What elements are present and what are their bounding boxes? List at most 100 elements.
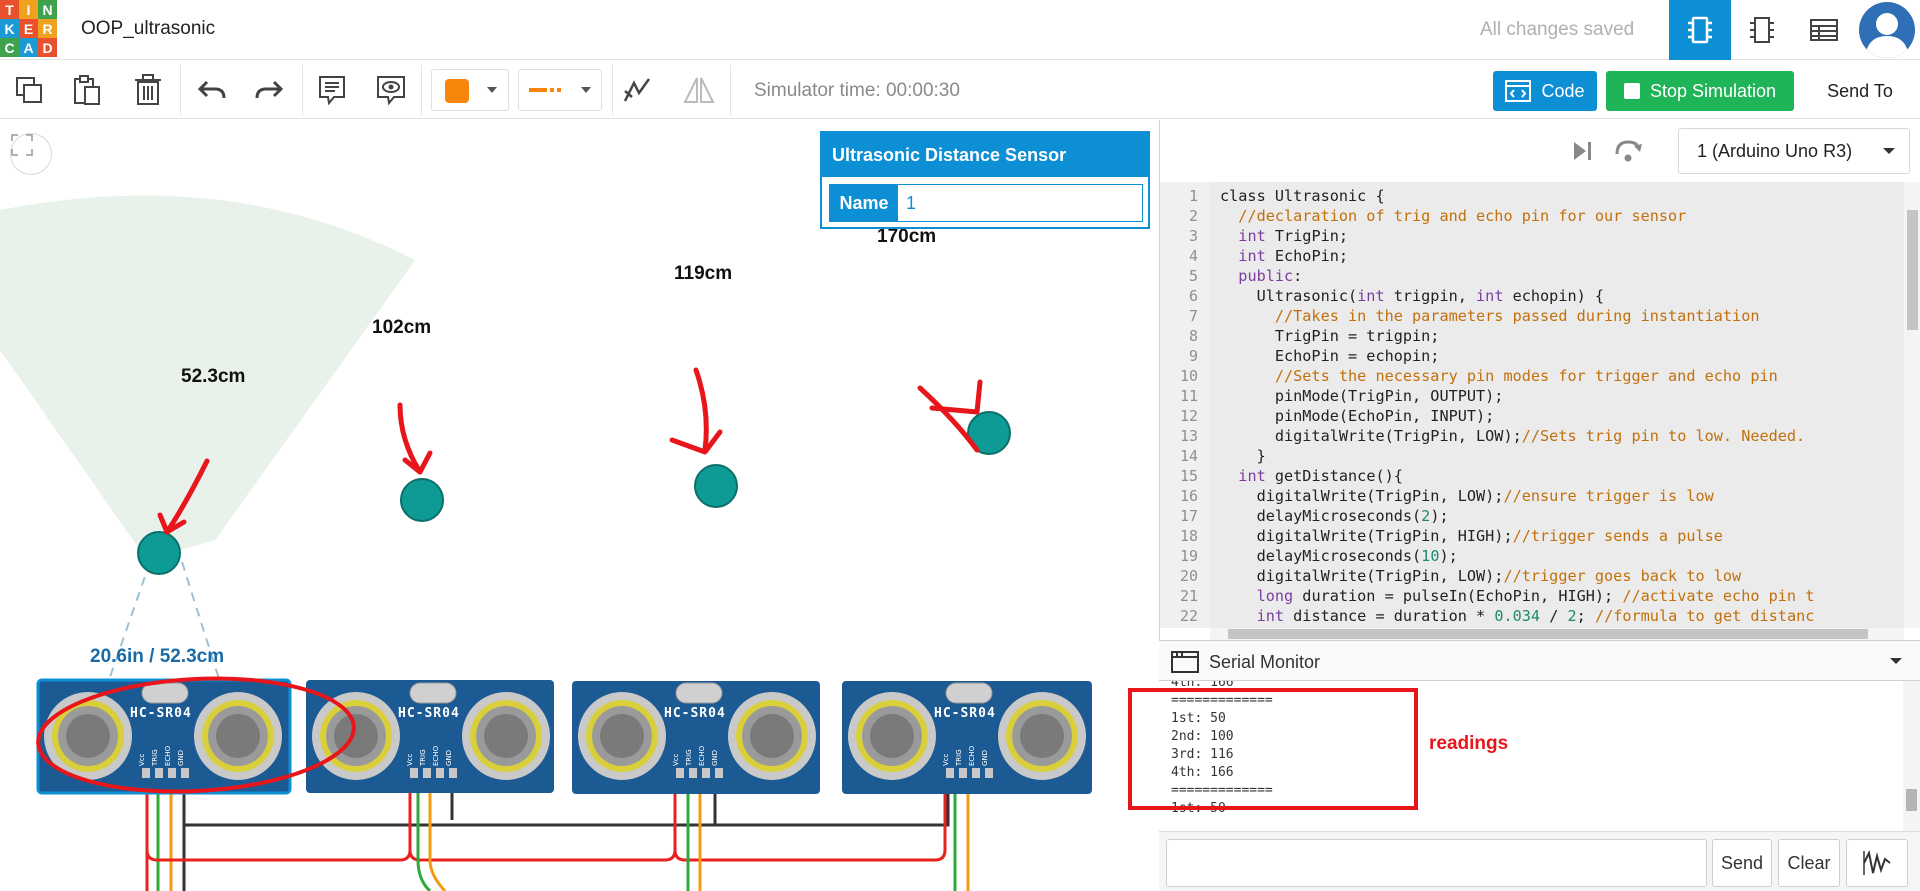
sensor-pin-label: TRIG: [419, 749, 427, 766]
logo-letter: R: [38, 19, 57, 38]
editor-vertical-scrollbar[interactable]: [1904, 182, 1920, 628]
delete-icon[interactable]: [131, 73, 165, 107]
inspector-title: Ultrasonic Distance Sensor: [822, 133, 1148, 177]
sensor-pin: [676, 768, 684, 778]
line-number: 13: [1179, 427, 1198, 445]
circuit-canvas[interactable]: HC-SR04 Vcc TRIG ECHO GND HC-SR04 Vcc TRIG ECHO G…: [0, 120, 1158, 891]
code-line: int getDistance(){: [1238, 467, 1403, 485]
code-line: digitalWrite(TrigPin, LOW);//trigger goe…: [1220, 567, 1742, 585]
send-to-button[interactable]: Send To: [1806, 71, 1914, 111]
code-line: digitalWrite(TrigPin, LOW);//Sets trig p…: [1220, 427, 1806, 445]
transducer-ring: [750, 714, 794, 758]
top-bar: TINKERCAD OOP_ultrasonic All changes sav…: [0, 0, 1920, 60]
chevron-down-icon[interactable]: [1890, 656, 1902, 666]
line-style-picker[interactable]: [518, 69, 602, 111]
serial-monitor-header[interactable]: Serial Monitor: [1159, 640, 1920, 681]
code-button[interactable]: Code: [1493, 71, 1597, 111]
sensor-pin: [689, 768, 697, 778]
serial-clear-button[interactable]: Clear: [1778, 839, 1840, 887]
circuit-drawing: [0, 195, 1092, 891]
sensor-pin-label: TRIG: [955, 749, 963, 766]
code-editor[interactable]: 1234567891011121314151617181920212223 cl…: [1160, 182, 1904, 628]
sensor-model-label: HC-SR04: [130, 706, 192, 721]
code-line: int TrigPin;: [1238, 227, 1349, 245]
code-line: delayMicroseconds(2);: [1220, 507, 1449, 525]
line-number: 5: [1188, 267, 1198, 285]
sensor-pin-label: TRIG: [685, 749, 693, 766]
notes-icon[interactable]: [315, 73, 349, 107]
crystal-oscillator: [409, 682, 457, 704]
color-picker[interactable]: [431, 69, 509, 111]
align-icon[interactable]: [620, 73, 654, 107]
sensor-pin-label: GND: [177, 749, 185, 766]
serial-scrollbar[interactable]: [1903, 681, 1920, 831]
project-title[interactable]: OOP_ultrasonic: [81, 18, 215, 40]
readings-highlight-box: [1128, 688, 1418, 810]
redo-icon[interactable]: [252, 73, 286, 107]
code-line: pinMode(EchoPin, INPUT);: [1220, 407, 1495, 425]
stop-simulation-button[interactable]: Stop Simulation: [1606, 71, 1794, 111]
line-style-icon: [529, 88, 561, 92]
code-label: Code: [1541, 80, 1585, 101]
line-number: 22: [1179, 607, 1198, 625]
circuit-view-icon: [1688, 16, 1712, 44]
inspector-name-label: Name: [830, 185, 898, 221]
code-line: EchoPin = echopin;: [1220, 347, 1440, 365]
copy-icon[interactable]: [12, 73, 46, 107]
sensor-pin-label: ECHO: [968, 745, 976, 766]
chevron-down-icon: [581, 87, 591, 93]
line-number: 14: [1179, 447, 1198, 465]
line-number: 16: [1179, 487, 1198, 505]
inspector-name-row: Name 1: [829, 184, 1143, 222]
graph-icon: [1863, 850, 1891, 875]
debugger-icon[interactable]: [1612, 136, 1644, 166]
serial-plotter-button[interactable]: [1846, 839, 1908, 887]
transducer-ring: [870, 714, 914, 758]
flip-icon[interactable]: [682, 73, 716, 107]
wires: [145, 793, 970, 891]
sensor-pin-label: GND: [981, 749, 989, 766]
serial-input-bar: Send Clear: [1159, 831, 1920, 891]
line-number: 23: [1180, 626, 1198, 628]
sensor-pin: [985, 768, 993, 778]
code-lines: class Ultrasonic { //declaration of trig…: [1220, 182, 1904, 628]
stop-icon: [1623, 83, 1640, 99]
visibility-icon[interactable]: [374, 73, 408, 107]
editor-horizontal-scrollbar[interactable]: [1210, 628, 1904, 640]
measurement-label: 20.6in / 52.3cm: [90, 646, 225, 667]
code-line: //declaration of trig and echo pin for o…: [1220, 207, 1687, 225]
code-line: long duration = pulseIn(EchoPin, HIGH); …: [1256, 587, 1815, 605]
sensor-pin: [715, 768, 723, 778]
sensor-pin: [168, 768, 176, 778]
step-over-icon[interactable]: [1566, 136, 1598, 166]
serial-send-button[interactable]: Send: [1712, 839, 1772, 887]
distance-label-3: 119cm: [674, 263, 733, 284]
sensor-pin-label: Vcc: [672, 753, 680, 767]
logo-letter: A: [19, 38, 38, 57]
logo-letter: N: [38, 0, 57, 19]
sensor-pin: [702, 768, 710, 778]
tinkercad-logo[interactable]: TINKERCAD: [0, 0, 57, 57]
line-number: 15: [1179, 467, 1198, 485]
serial-input[interactable]: [1166, 839, 1707, 887]
logo-letter: C: [0, 38, 19, 57]
inspector-name-input[interactable]: 1: [898, 185, 1142, 221]
paste-icon[interactable]: [70, 73, 104, 107]
undo-icon[interactable]: [195, 73, 229, 107]
sensor-model-label: HC-SR04: [398, 706, 460, 721]
line-number: 11: [1179, 387, 1198, 405]
distance-label-4: 170cm: [877, 226, 937, 247]
color-swatch: [445, 79, 469, 103]
component-list-button[interactable]: [1793, 0, 1855, 60]
code-line: int distance = duration * 0.034 / 2; //f…: [1256, 607, 1815, 625]
sensor-pin-label: GND: [711, 749, 719, 766]
line-number: 2: [1188, 207, 1198, 225]
line-number: 19: [1179, 547, 1198, 565]
schematic-view-button[interactable]: [1731, 0, 1793, 60]
fit-view-button[interactable]: [10, 133, 52, 175]
user-avatar[interactable]: [1859, 2, 1915, 58]
board-select[interactable]: 1 (Arduino Uno R3): [1678, 128, 1910, 174]
circuit-view-button[interactable]: [1669, 0, 1731, 60]
logo-letter: K: [0, 19, 19, 38]
transducer-ring: [600, 714, 644, 758]
